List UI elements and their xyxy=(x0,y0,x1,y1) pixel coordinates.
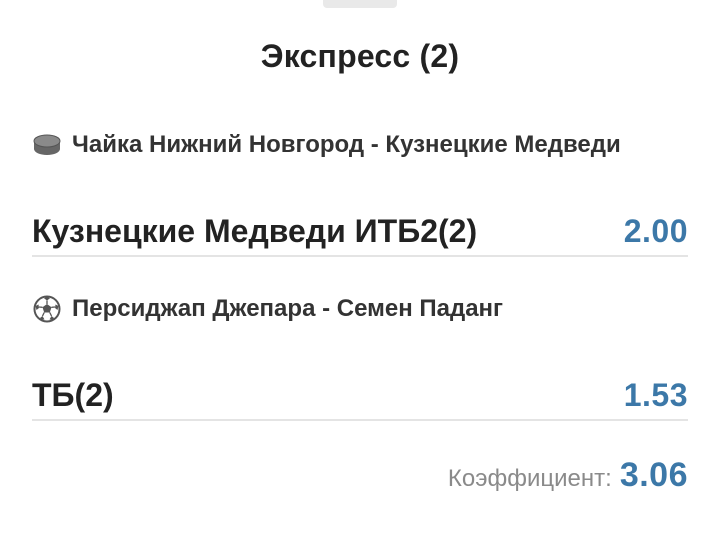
bet-odds: 2.00 xyxy=(623,212,688,249)
soccer-ball-icon xyxy=(32,294,62,324)
event-name: Персиджап Джепара - Семен Паданг xyxy=(72,295,504,322)
page-title: Экспресс (2) xyxy=(260,38,460,74)
total-value: 3.06 xyxy=(619,456,688,494)
bet-odds: 1.53 xyxy=(623,376,688,413)
event-item[interactable]: Чайка Нижний Новгород - Кузнецкие Медвед… xyxy=(32,127,688,261)
event-header: Персиджап Джепара - Семен Паданг xyxy=(32,291,688,327)
total-coefficient: Коэффициент: 3.06 xyxy=(448,456,688,495)
event-header: Чайка Нижний Новгород - Кузнецкие Медвед… xyxy=(32,127,688,163)
drag-handle[interactable] xyxy=(323,0,397,8)
bet-name: ТБ(2) xyxy=(32,376,114,413)
event-item[interactable]: Персиджап Джепара - Семен Паданг ТБ(2) 1… xyxy=(32,291,688,425)
bet-row: ТБ(2) 1.53 xyxy=(32,365,688,425)
total-label: Коэффициент: xyxy=(447,465,612,492)
event-name: Чайка Нижний Новгород - Кузнецкие Медвед… xyxy=(72,131,621,158)
hockey-puck-icon xyxy=(32,130,62,160)
divider xyxy=(32,255,688,257)
bet-name: Кузнецкие Медведи ИТБ2(2) xyxy=(32,212,478,249)
bet-row: Кузнецкие Медведи ИТБ2(2) 2.00 xyxy=(32,201,688,261)
divider xyxy=(32,419,688,421)
